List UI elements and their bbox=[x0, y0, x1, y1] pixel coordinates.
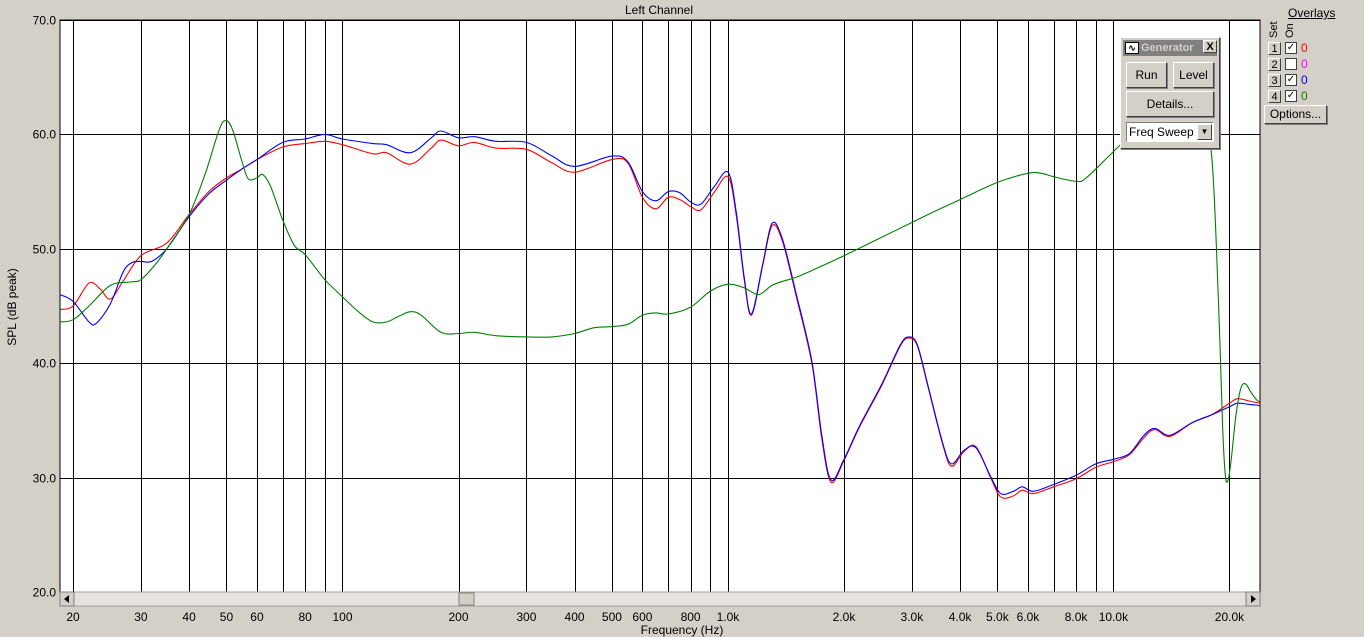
overlay-value-2: 0 bbox=[1301, 57, 1308, 71]
overlay-checkbox-3[interactable]: ✓ bbox=[1285, 74, 1297, 86]
x-tick-label: 60 bbox=[250, 610, 264, 624]
x-tick-label: 3.0k bbox=[901, 610, 925, 624]
x-tick-label: 30 bbox=[134, 610, 148, 624]
overlays-title: Overlays bbox=[1288, 6, 1336, 20]
y-tick-label: 70.0 bbox=[33, 14, 57, 28]
overlay-value-1: 0 bbox=[1301, 41, 1308, 55]
y-tick-labels: 20.0 30.0 40.0 50.0 60.0 70.0 bbox=[33, 14, 57, 600]
overlay-value-4: 0 bbox=[1301, 89, 1308, 103]
details-button[interactable]: Details... bbox=[1126, 91, 1214, 117]
generator-title: Generator bbox=[1141, 42, 1194, 54]
x-tick-label: 300 bbox=[516, 610, 536, 624]
x-tick-labels: 20 30 40 50 60 80 100 200 300 400 500 600 800 1.0k 2.0… bbox=[66, 610, 1245, 624]
plot-area bbox=[59, 19, 1261, 594]
x-tick-label: 50 bbox=[220, 610, 234, 624]
y-axis-label: SPL (dB peak) bbox=[5, 268, 19, 346]
y-tick-label: 30.0 bbox=[33, 472, 57, 486]
overlay-set-button-1[interactable]: 1 bbox=[1268, 42, 1281, 55]
x-tick-label: 200 bbox=[449, 610, 469, 624]
waveform-icon: ∿ bbox=[1125, 42, 1139, 54]
x-tick-label: 20.0k bbox=[1215, 610, 1245, 624]
overlays-on-label: On bbox=[1284, 23, 1296, 38]
overlay-set-button-2[interactable]: 2 bbox=[1268, 58, 1281, 71]
y-tick-label: 50.0 bbox=[33, 243, 57, 257]
x-tick-label: 6.0k bbox=[1017, 610, 1041, 624]
y-tick-label: 60.0 bbox=[33, 128, 57, 142]
x-tick-label: 600 bbox=[632, 610, 652, 624]
overlay-set-button-4[interactable]: 4 bbox=[1268, 90, 1281, 103]
y-tick-label: 40.0 bbox=[33, 357, 57, 371]
x-tick-label: 800 bbox=[681, 610, 701, 624]
overlay-value-3: 0 bbox=[1301, 73, 1308, 87]
chart-title: Left Channel bbox=[625, 3, 693, 17]
overlay-set-button-3[interactable]: 3 bbox=[1268, 74, 1281, 87]
x-tick-label: 2.0k bbox=[833, 610, 857, 624]
generator-close-button[interactable]: X bbox=[1203, 40, 1217, 53]
x-tick-label: 20 bbox=[66, 610, 80, 624]
overlay-checkbox-4[interactable]: ✓ bbox=[1285, 90, 1297, 102]
x-tick-label: 100 bbox=[332, 610, 352, 624]
overlay-checkbox-2[interactable] bbox=[1285, 58, 1297, 70]
level-button[interactable]: Level bbox=[1173, 62, 1214, 88]
x-tick-label: 4.0k bbox=[949, 610, 973, 624]
x-tick-label: 400 bbox=[565, 610, 585, 624]
x-tick-label: 5.0k bbox=[986, 610, 1010, 624]
x-tick-label: 500 bbox=[602, 610, 622, 624]
run-button[interactable]: Run bbox=[1126, 62, 1167, 88]
overlay-checkbox-1[interactable]: ✓ bbox=[1285, 42, 1297, 54]
x-axis-label: Frequency (Hz) bbox=[641, 623, 724, 637]
overlays-set-label: Set bbox=[1268, 21, 1280, 38]
x-tick-label: 80 bbox=[298, 610, 312, 624]
horizontal-scrollbar[interactable] bbox=[59, 591, 1261, 607]
generator-mode-value: Freq Sweep bbox=[1129, 125, 1194, 139]
generator-window: ∿ Generator X Run Level Details... Freq S… bbox=[1120, 37, 1220, 149]
y-tick-label: 20.0 bbox=[33, 586, 57, 600]
generator-mode-select[interactable]: Freq Sweep ▼ bbox=[1126, 122, 1214, 142]
x-tick-label: 40 bbox=[182, 610, 196, 624]
x-tick-label: 10.0k bbox=[1099, 610, 1129, 624]
x-tick-label: 8.0k bbox=[1065, 610, 1089, 624]
x-tick-label: 1.0k bbox=[717, 610, 741, 624]
options-button[interactable]: Options... bbox=[1264, 105, 1327, 124]
chevron-down-icon[interactable]: ▼ bbox=[1197, 124, 1212, 140]
scroll-thumb[interactable] bbox=[458, 592, 475, 606]
